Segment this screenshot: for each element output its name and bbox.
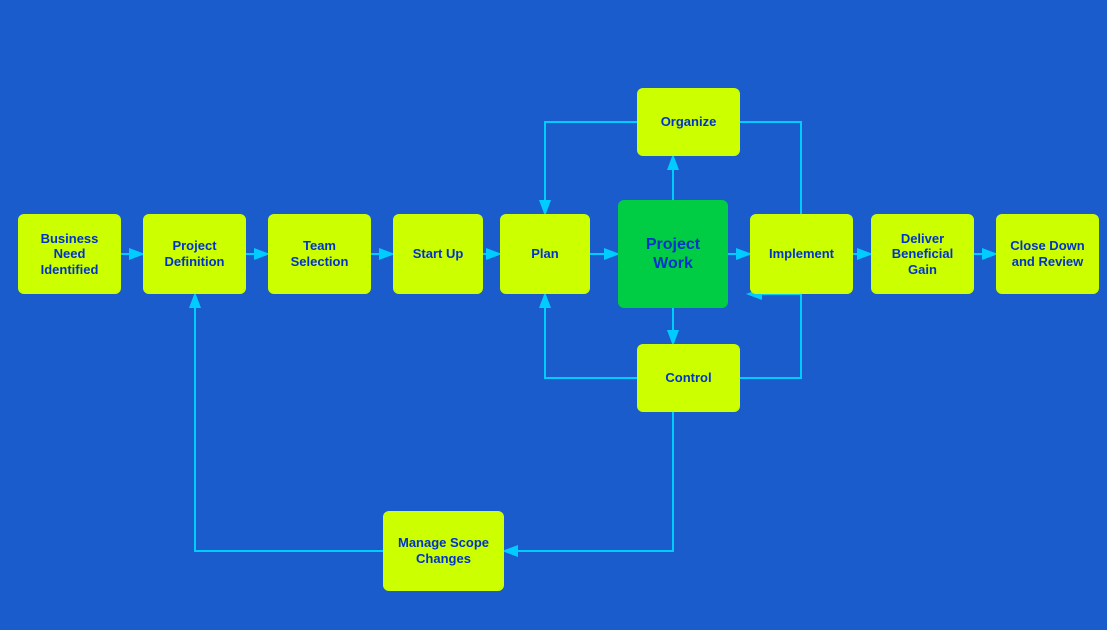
manage-scope-label: Manage Scope Changes [389, 535, 498, 566]
deliver-label: Deliver Beneficial Gain [877, 231, 968, 278]
start-up-node: Start Up [393, 214, 483, 294]
deliver-node: Deliver Beneficial Gain [871, 214, 974, 294]
project-def-node: Project Definition [143, 214, 246, 294]
business-need-node: Business Need Identified [18, 214, 121, 294]
project-work-node: Project Work [618, 200, 728, 308]
plan-label: Plan [531, 246, 558, 262]
project-def-label: Project Definition [149, 238, 240, 269]
plan-node: Plan [500, 214, 590, 294]
close-node: Close Down and Review [996, 214, 1099, 294]
organize-node: Organize [637, 88, 740, 156]
project-work-label: Project Work [624, 235, 722, 273]
control-label: Control [665, 370, 711, 386]
business-need-label: Business Need Identified [24, 231, 115, 278]
control-node: Control [637, 344, 740, 412]
implement-node: Implement [750, 214, 853, 294]
team-sel-node: Team Selection [268, 214, 371, 294]
organize-label: Organize [661, 114, 717, 130]
close-label: Close Down and Review [1002, 238, 1093, 269]
start-up-label: Start Up [413, 246, 464, 262]
implement-label: Implement [769, 246, 834, 262]
manage-scope-node: Manage Scope Changes [383, 511, 504, 591]
team-sel-label: Team Selection [274, 238, 365, 269]
